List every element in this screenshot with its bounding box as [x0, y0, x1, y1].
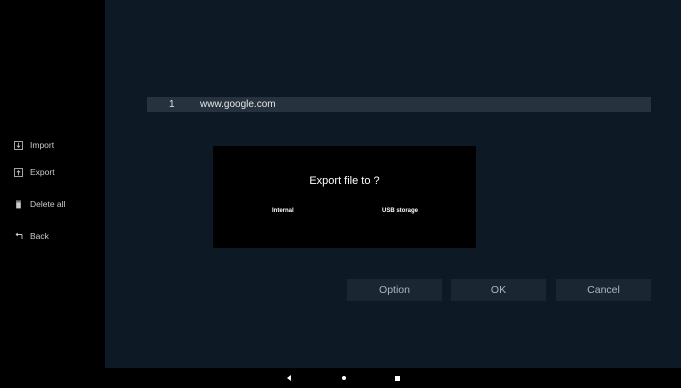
import-icon [14, 140, 23, 150]
trash-icon [14, 200, 23, 209]
cancel-button[interactable]: Cancel [556, 279, 651, 301]
list-item-index: 1 [169, 99, 175, 110]
system-nav-bar [0, 368, 681, 388]
list-item-url: www.google.com [200, 99, 276, 110]
back-arrow-icon [14, 232, 23, 241]
ok-button[interactable]: OK [451, 279, 546, 301]
sidebar-item-import[interactable]: Import [14, 138, 54, 152]
screen: Import Export Delete all Back 1 www.goog… [0, 0, 681, 388]
nav-home-button[interactable] [337, 368, 351, 388]
sidebar: Import Export Delete all Back [0, 0, 105, 368]
recents-square-icon [394, 375, 400, 381]
sidebar-item-label: Delete all [30, 199, 66, 209]
sidebar-item-label: Back [30, 231, 49, 241]
internal-option[interactable]: Internal [272, 208, 294, 214]
sidebar-item-delete-all[interactable]: Delete all [14, 197, 65, 211]
option-button[interactable]: Option [347, 279, 442, 301]
dialog-title: Export file to ? [309, 175, 380, 187]
nav-recents-button[interactable] [390, 368, 404, 388]
back-triangle-icon [287, 375, 291, 381]
sidebar-item-label: Export [30, 167, 55, 177]
usb-storage-option[interactable]: USB storage [382, 208, 418, 214]
export-dialog: Export file to ? Internal USB storage [213, 146, 476, 248]
list-item[interactable]: 1 www.google.com [147, 97, 651, 112]
export-icon [14, 167, 23, 177]
sidebar-item-back[interactable]: Back [14, 229, 49, 243]
sidebar-item-export[interactable]: Export [14, 165, 55, 179]
home-dot-icon [342, 376, 346, 380]
nav-back-button[interactable] [282, 368, 296, 388]
sidebar-item-label: Import [30, 140, 55, 150]
